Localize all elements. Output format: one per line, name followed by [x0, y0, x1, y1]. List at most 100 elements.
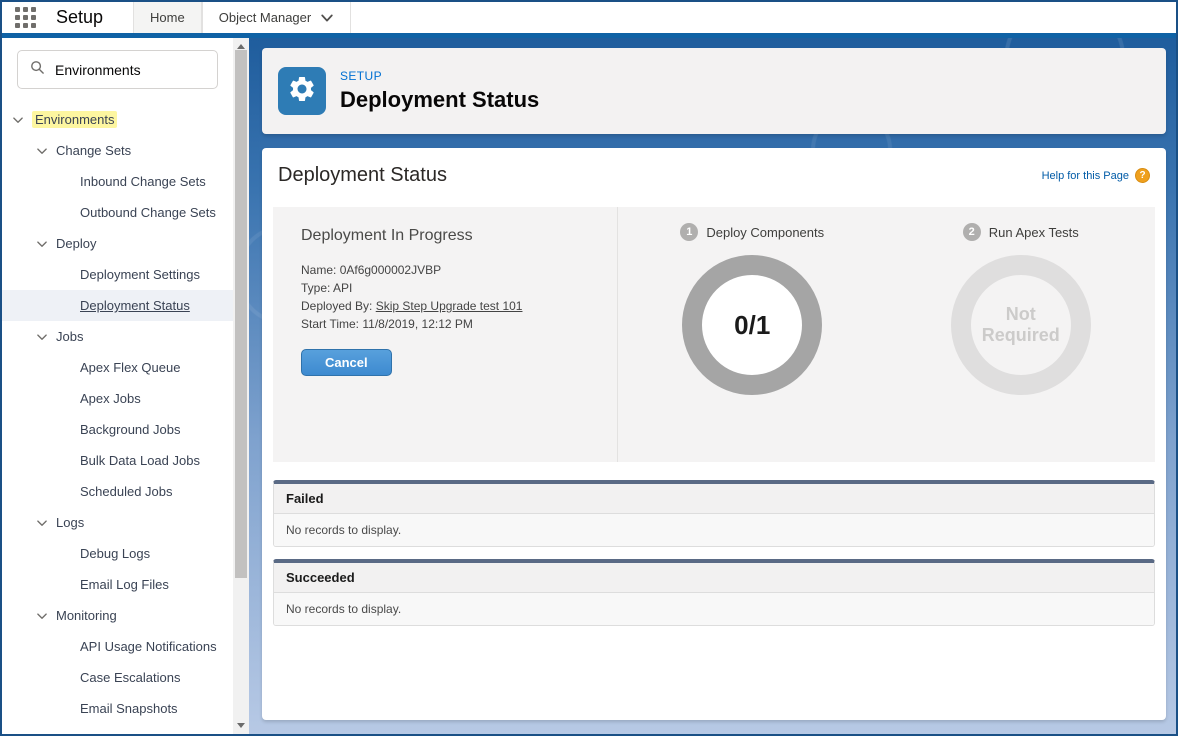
setup-tree: Environments Change Sets Inbound Change … — [2, 104, 233, 724]
gear-icon — [287, 74, 317, 109]
chevron-down-icon — [36, 517, 48, 529]
setup-eyebrow: SETUP — [340, 69, 539, 83]
deployment-type-line: Type: API — [301, 279, 617, 297]
help-icon[interactable]: ? — [1135, 168, 1150, 183]
deploy-components-count: 0/1 — [734, 310, 770, 341]
deployment-status-card: Deployment Status Help for this Page ? D… — [262, 148, 1166, 720]
content-title: Deployment Status — [278, 164, 447, 187]
sidebar-item-label: Change Sets — [56, 143, 131, 158]
sidebar-item-label: Email Log Files — [80, 577, 169, 592]
chevron-down-icon — [36, 331, 48, 343]
sidebar-item-debug-logs[interactable]: Debug Logs — [2, 538, 233, 569]
sidebar-item-email-log-files[interactable]: Email Log Files — [2, 569, 233, 600]
tab-object-manager[interactable]: Object Manager — [202, 2, 352, 33]
help-for-this-page-link[interactable]: Help for this Page — [1042, 170, 1129, 182]
setup-page-header: SETUP Deployment Status — [262, 48, 1166, 134]
sidebar-item-email-snapshots[interactable]: Email Snapshots — [2, 693, 233, 724]
app-title: Setup — [48, 2, 133, 33]
sidebar-item-outbound-change-sets[interactable]: Outbound Change Sets — [2, 197, 233, 228]
cancel-button[interactable]: Cancel — [301, 349, 392, 376]
scrollbar-thumb[interactable] — [235, 50, 247, 578]
sidebar-item-label: Outbound Change Sets — [80, 205, 216, 220]
succeeded-section-empty-text: No records to display. — [274, 593, 1154, 625]
scrollbar-up-arrow[interactable] — [237, 44, 245, 49]
sidebar-item-deployment-status[interactable]: Deployment Status — [2, 290, 233, 321]
salesforce-setup-window: Setup Home Object Manager — [0, 0, 1178, 736]
deployed-by-link[interactable]: Skip Step Upgrade test 101 — [376, 299, 523, 313]
sidebar-item-label: Bulk Data Load Jobs — [80, 453, 200, 468]
tab-object-manager-label: Object Manager — [219, 10, 312, 25]
step-2-label: Run Apex Tests — [989, 225, 1079, 240]
app-launcher-icon — [15, 7, 36, 28]
failed-section-header: Failed — [274, 484, 1154, 514]
global-header: Setup Home Object Manager — [2, 2, 1176, 33]
chevron-down-icon — [36, 610, 48, 622]
setup-tile — [278, 67, 326, 115]
sidebar-item-monitoring[interactable]: Monitoring — [2, 600, 233, 631]
scrollbar-down-arrow[interactable] — [237, 723, 245, 728]
sidebar-item-apex-flex-queue[interactable]: Apex Flex Queue — [2, 352, 233, 383]
deployment-progress-panel: Deployment In Progress Name: 0Af6g000002… — [273, 207, 1155, 462]
sidebar-item-background-jobs[interactable]: Background Jobs — [2, 414, 233, 445]
chevron-down-icon — [36, 145, 48, 157]
chevron-down-icon — [36, 238, 48, 250]
run-apex-tests-status: Not Required — [979, 304, 1063, 345]
failed-section: Failed No records to display. — [273, 480, 1155, 547]
sidebar-item-deployment-settings[interactable]: Deployment Settings — [2, 259, 233, 290]
sidebar-item-label: Apex Flex Queue — [80, 360, 180, 375]
app-launcher-button[interactable] — [2, 2, 48, 33]
sidebar-item-label: Case Escalations — [80, 670, 180, 685]
sidebar-item-label: Inbound Change Sets — [80, 174, 206, 189]
sidebar-item-label: Environments — [32, 111, 117, 128]
sidebar-item-environments[interactable]: Environments — [2, 104, 233, 135]
sidebar-item-label: Logs — [56, 515, 84, 530]
sidebar-item-bulk-data-load-jobs[interactable]: Bulk Data Load Jobs — [2, 445, 233, 476]
step-deploy-components: 1 Deploy Components 0/1 — [618, 207, 887, 462]
sidebar-item-change-sets[interactable]: Change Sets — [2, 135, 233, 166]
sidebar-item-label: Email Snapshots — [80, 701, 178, 716]
sidebar-item-api-usage-notifications[interactable]: API Usage Notifications — [2, 631, 233, 662]
sidebar-item-label: Deploy — [56, 236, 96, 251]
sidebar-item-label: Debug Logs — [80, 546, 150, 561]
deployment-start-time-line: Start Time: 11/8/2019, 12:12 PM — [301, 315, 617, 333]
sidebar-item-label: Deployment Settings — [80, 267, 200, 282]
deployment-deployed-by-line: Deployed By: Skip Step Upgrade test 101 — [301, 297, 617, 315]
sidebar-item-label: Deployment Status — [80, 298, 190, 313]
sidebar-item-apex-jobs[interactable]: Apex Jobs — [2, 383, 233, 414]
sidebar-scrollbar[interactable] — [233, 38, 249, 734]
sidebar-item-label: Apex Jobs — [80, 391, 141, 406]
sidebar-item-label: Scheduled Jobs — [80, 484, 173, 499]
setup-sidebar: Environments Change Sets Inbound Change … — [2, 38, 233, 734]
sidebar-item-deploy[interactable]: Deploy — [2, 228, 233, 259]
run-apex-tests-progress-ring: Not Required — [951, 255, 1091, 395]
sidebar-item-logs[interactable]: Logs — [2, 507, 233, 538]
deploy-components-progress-ring: 0/1 — [682, 255, 822, 395]
step-1-badge: 1 — [680, 223, 698, 241]
step-1-label: Deploy Components — [706, 225, 824, 240]
tab-home[interactable]: Home — [133, 2, 202, 33]
failed-section-empty-text: No records to display. — [274, 514, 1154, 546]
chevron-down-icon — [320, 11, 334, 25]
chevron-down-icon — [12, 114, 24, 126]
sidebar-item-label: Background Jobs — [80, 422, 180, 437]
tab-home-label: Home — [150, 10, 185, 25]
succeeded-section-header: Succeeded — [274, 563, 1154, 593]
search-icon — [30, 60, 45, 80]
sidebar-item-inbound-change-sets[interactable]: Inbound Change Sets — [2, 166, 233, 197]
deployment-name-line: Name: 0Af6g000002JVBP — [301, 261, 617, 279]
quick-find-box — [17, 50, 218, 89]
deployment-in-progress-title: Deployment In Progress — [301, 227, 617, 245]
step-run-apex-tests: 2 Run Apex Tests Not Required — [887, 207, 1156, 462]
sidebar-item-label: Monitoring — [56, 608, 117, 623]
step-2-badge: 2 — [963, 223, 981, 241]
sidebar-item-scheduled-jobs[interactable]: Scheduled Jobs — [2, 476, 233, 507]
sidebar-item-label: API Usage Notifications — [80, 639, 217, 654]
sidebar-item-label: Jobs — [56, 329, 83, 344]
sidebar-item-jobs[interactable]: Jobs — [2, 321, 233, 352]
sidebar-item-case-escalations[interactable]: Case Escalations — [2, 662, 233, 693]
deployment-info-pane: Deployment In Progress Name: 0Af6g000002… — [273, 207, 618, 462]
succeeded-section: Succeeded No records to display. — [273, 559, 1155, 626]
main-region: SETUP Deployment Status Deployment Statu… — [249, 38, 1176, 734]
quick-find-input[interactable] — [55, 62, 205, 78]
setup-header-title: Deployment Status — [340, 87, 539, 113]
